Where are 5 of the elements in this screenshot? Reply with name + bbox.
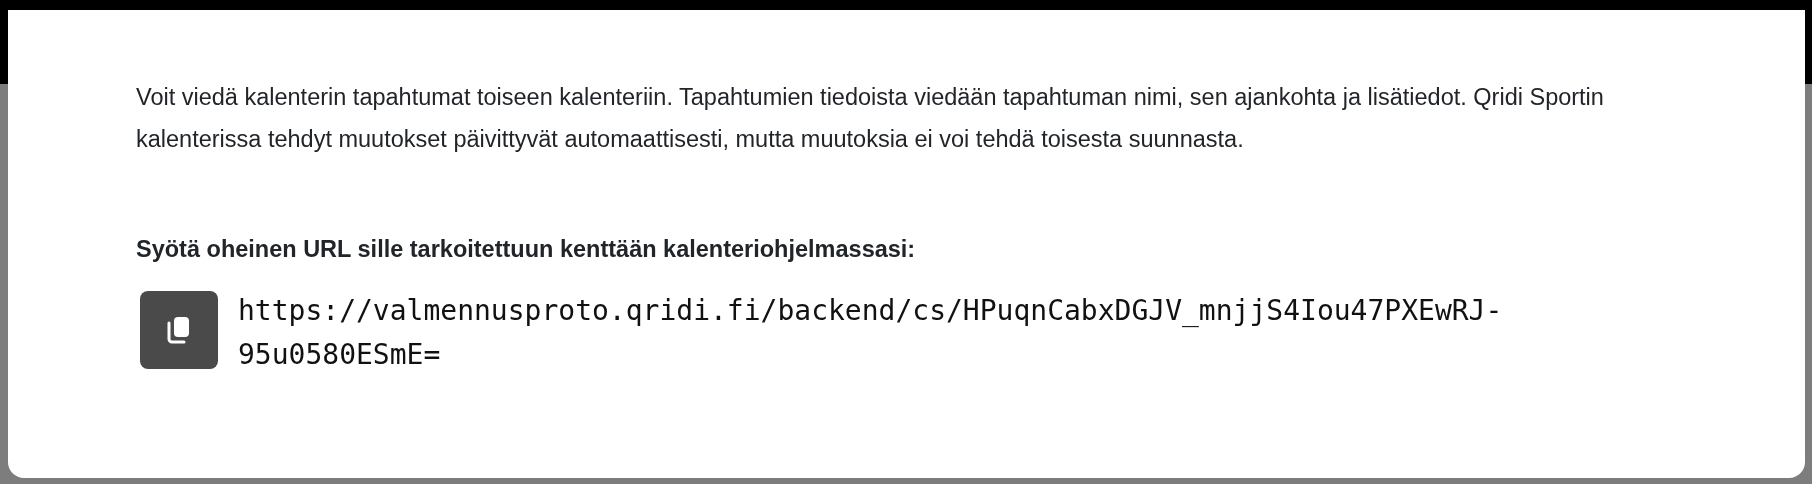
instruction-text: Syötä oheinen URL sille tarkoitettuun kenttään kalenteriohjelmassasi: [136,235,917,264]
copy-button[interactable] [140,291,218,369]
copy-icon [166,315,192,345]
description-text: Voit viedä kalenterin tapahtumat toiseen kalenteriin. Tapahtumien tiedoista viedään tapahtuman nimi, sen ajankohta ja lisätiedot. Qridi Sportin kalenterissa tehdyt muutokset päivittyvät automaattisesti, mutta muutoksia ei voi tehdä toisesta suunnasta. [136,83,1605,154]
calendar-url: https://valmennusproto.qridi.fi/backend/cs/HPuqnCabxDGJV_mnjjS4Iou47PXEwRJ-95u0580ESmE= [238,293,1504,373]
